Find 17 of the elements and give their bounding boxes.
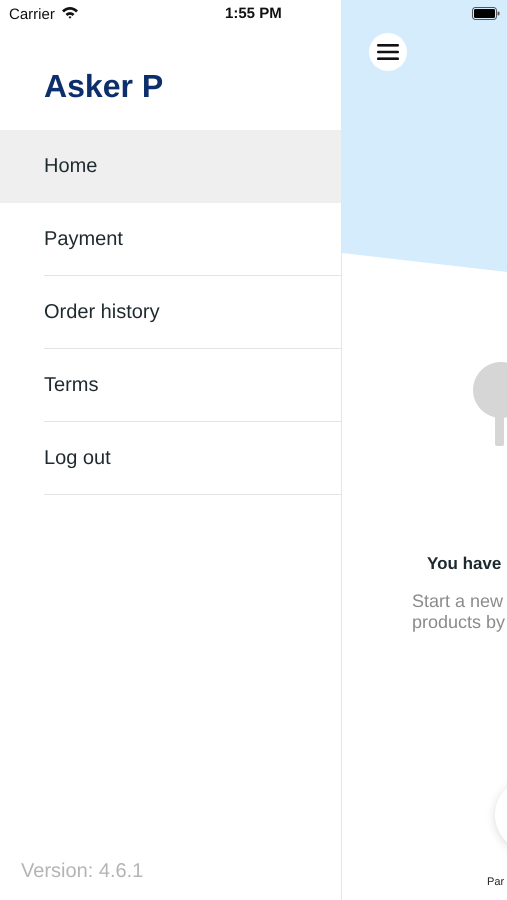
empty-state-text: Start a new: [412, 591, 504, 612]
status-time: 1:55 PM: [225, 5, 282, 22]
empty-state-text: products by: [412, 612, 506, 633]
carrier-name: Carrier: [9, 6, 55, 22]
user-name: Asker P: [44, 68, 164, 106]
menu-item[interactable]: Home: [0, 130, 341, 203]
tree-icon: [471, 360, 507, 446]
action-label: Par: [487, 876, 504, 888]
menu-item[interactable]: Order history: [0, 276, 341, 349]
menu-item[interactable]: Terms: [0, 349, 341, 422]
menu-item[interactable]: Payment: [0, 203, 341, 276]
empty-state-title: You have: [427, 554, 502, 574]
version-label: Version: 4.6.1: [20, 860, 144, 884]
wifi-icon: [60, 6, 79, 19]
battery-icon: [472, 7, 500, 20]
menu-item[interactable]: Log out: [0, 422, 341, 495]
menu-icon: [377, 44, 399, 60]
